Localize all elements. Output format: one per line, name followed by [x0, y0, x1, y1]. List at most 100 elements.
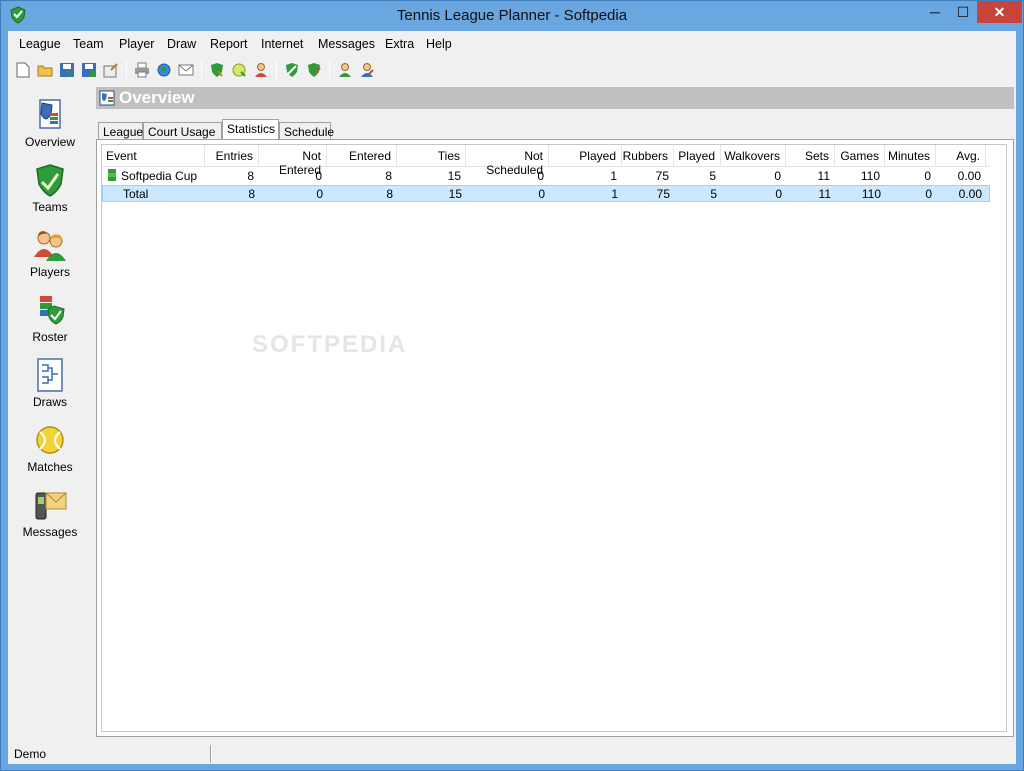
column-header[interactable]: Not Scheduled [466, 145, 549, 177]
table-cell: 110 [860, 169, 880, 183]
print-icon[interactable] [131, 59, 153, 81]
table-cell: 0 [315, 169, 322, 183]
players-icon [34, 231, 66, 261]
table-cell: 5 [709, 169, 716, 183]
column-header[interactable]: Games [835, 145, 885, 167]
menu-extra[interactable]: Extra [385, 37, 414, 51]
watermark: SOFTPEDIA [252, 331, 408, 358]
event-name-cell: Total [103, 186, 206, 203]
column-header[interactable]: Event [102, 145, 205, 167]
overview-icon [99, 90, 115, 106]
table-cell: 8 [247, 169, 254, 183]
web-icon[interactable] [153, 59, 175, 81]
table-row[interactable]: Softpedia Cup 8 0 8 15 0 1 75 5 0 11 110 0 0.00 [102, 168, 990, 185]
new-icon[interactable] [12, 59, 34, 81]
table-cell: 11 [817, 169, 830, 183]
table-cell: 5 [710, 187, 717, 201]
table-cell: 11 [818, 187, 831, 201]
draws-icon [37, 358, 63, 392]
toolbar-separator [201, 61, 202, 79]
table-cell: 8 [386, 187, 393, 201]
menu-league[interactable]: League [19, 37, 61, 51]
statistics-panel: Event Entries Not Entered Entered Ties Not Sc… [96, 139, 1014, 737]
sidebar-item-teams[interactable]: Teams [8, 162, 92, 222]
menu-internet[interactable]: Internet [261, 37, 303, 51]
tab-strip: League Court Usage Statistics Schedule [96, 119, 1014, 141]
page-title: Overview [119, 88, 195, 107]
menu-draw[interactable]: Draw [167, 37, 196, 51]
tab-statistics[interactable]: Statistics [222, 119, 279, 141]
table-cell: 15 [448, 187, 462, 201]
column-header[interactable]: Avg. [936, 145, 986, 167]
tennis-ball-icon [36, 426, 64, 454]
sidebar-item-label: Overview [24, 135, 75, 149]
table-cell: 8 [385, 169, 392, 183]
player-add-icon[interactable] [334, 59, 356, 81]
open-icon[interactable] [34, 59, 56, 81]
player-edit-icon[interactable] [356, 59, 378, 81]
status-text: Demo [14, 747, 47, 761]
table-header: Event Entries Not Entered Entered Ties Not Sc… [102, 145, 990, 177]
sidebar-item-label: Teams [32, 200, 68, 214]
column-header[interactable]: Sets [786, 145, 835, 167]
column-header[interactable]: Ties [397, 145, 466, 167]
table-cell: 8 [248, 187, 255, 201]
menu-report[interactable]: Report [210, 37, 248, 51]
navigation-sidebar: Overview Teams Players Roster Draws Matc… [8, 89, 92, 739]
sidebar-item-messages[interactable]: Messages [8, 487, 92, 547]
close-button[interactable]: ✕ [977, 1, 1022, 23]
toolbar [8, 59, 1016, 83]
sidebar-item-players[interactable]: Players [8, 227, 92, 287]
roster-icon [40, 296, 65, 325]
sidebar-item-label: Matches [27, 460, 73, 474]
tab-court-usage[interactable]: Court Usage [143, 122, 222, 140]
table-cell: 0 [925, 187, 932, 201]
team-shield-icon[interactable] [206, 59, 228, 81]
maximize-button[interactable]: ☐ [949, 1, 977, 23]
column-header[interactable]: Played [549, 145, 622, 167]
save-icon[interactable] [56, 59, 78, 81]
event-name-cell: Softpedia Cup [102, 168, 205, 185]
sidebar-item-matches[interactable]: Matches [8, 422, 92, 482]
messages-icon [35, 492, 67, 520]
player-icon[interactable] [250, 59, 272, 81]
toolbar-separator [276, 61, 277, 79]
sidebar-item-roster[interactable]: Roster [8, 292, 92, 352]
menu-help[interactable]: Help [426, 37, 452, 51]
column-header[interactable]: Entered [327, 145, 397, 167]
shield-green-icon[interactable] [281, 59, 303, 81]
shield-edit-icon[interactable] [303, 59, 325, 81]
ball-icon[interactable] [228, 59, 250, 81]
toolbar-separator [329, 61, 330, 79]
table-cell: 75 [655, 169, 669, 183]
save-all-icon[interactable] [78, 59, 100, 81]
column-header[interactable]: Entries [205, 145, 259, 167]
column-header[interactable]: Not Entered [259, 145, 327, 177]
table-cell: 75 [656, 187, 670, 201]
title-bar[interactable]: Tennis League Planner - Softpedia ─ ☐ ✕ [1, 1, 1023, 31]
menu-messages[interactable]: Messages [318, 37, 375, 51]
sidebar-item-draws[interactable]: Draws [8, 357, 92, 417]
table-cell: 0.00 [957, 169, 981, 183]
table-cell: 1 [611, 187, 618, 201]
column-header[interactable]: Minutes [885, 145, 936, 167]
table-cell: 0 [774, 169, 781, 183]
statistics-table[interactable]: Event Entries Not Entered Entered Ties Not Sc… [101, 144, 1007, 732]
menu-team[interactable]: Team [73, 37, 104, 51]
shield-icon [36, 164, 64, 197]
email-icon[interactable] [175, 59, 197, 81]
table-row[interactable]: Total 8 0 8 15 0 1 75 5 0 11 110 0 0.00 [102, 185, 990, 202]
table-cell: 110 [861, 187, 881, 201]
status-bar: Demo [8, 743, 1016, 764]
column-header[interactable]: Played [674, 145, 721, 167]
export-icon[interactable] [100, 59, 122, 81]
minimize-button[interactable]: ─ [921, 1, 949, 23]
column-header[interactable]: Walkovers [721, 145, 786, 167]
table-cell: 0 [538, 187, 545, 201]
menu-player[interactable]: Player [119, 37, 154, 51]
main-content: Overview League Court Usage Statistics S… [96, 87, 1014, 737]
column-header[interactable]: Rubbers [622, 145, 674, 167]
tab-league[interactable]: League [98, 122, 143, 140]
tab-schedule[interactable]: Schedule [279, 122, 334, 140]
sidebar-item-overview[interactable]: Overview [8, 97, 92, 157]
